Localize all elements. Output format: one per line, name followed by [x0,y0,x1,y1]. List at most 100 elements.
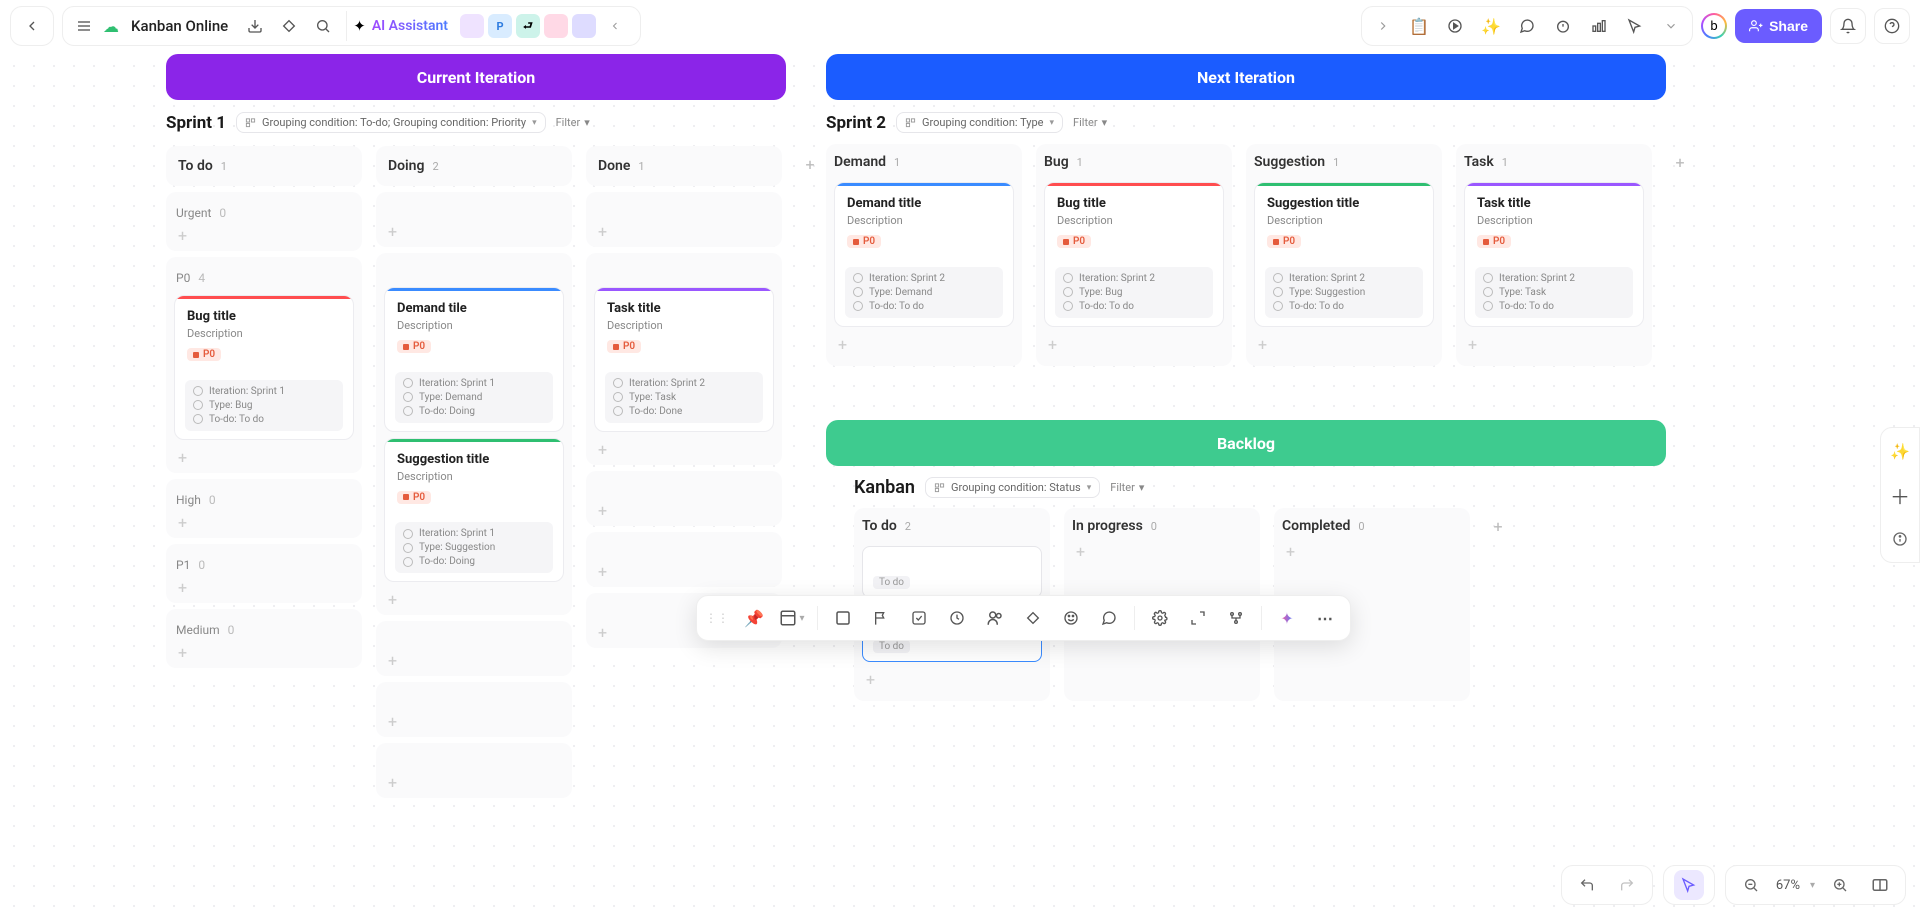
cursor-icon[interactable] [1620,11,1650,41]
sprint2-grouping-pill[interactable]: Grouping condition: Type▾ [896,112,1063,133]
kanban-card[interactable]: Demand title Description P0 Iteration: S… [834,182,1014,327]
comment-icon[interactable] [1512,11,1542,41]
download-icon[interactable] [240,11,270,41]
collab-chip-2[interactable]: P [488,14,512,38]
ai-icon[interactable]: ✦ [1270,601,1304,635]
priority-section[interactable]: High0 [174,487,354,511]
chevron-right-icon[interactable] [1368,11,1398,41]
more-chevron-icon[interactable] [1656,11,1686,41]
sprint2-filter[interactable]: Filter▾ [1073,116,1107,129]
add-card-button[interactable]: + [174,446,354,469]
expand-icon[interactable] [1181,601,1215,635]
help-icon[interactable] [1874,8,1910,44]
kanban-card[interactable]: Bug title Description P0 Iteration: Spri… [1044,182,1224,327]
column-header[interactable]: Suggestion1 [1254,154,1434,176]
add-card-button[interactable]: + [594,438,774,461]
add-card-button[interactable]: + [384,710,564,733]
column-header[interactable]: Bug1 [1044,154,1224,176]
add-card-button[interactable]: + [174,641,354,664]
magic-wand-icon[interactable]: ✨ [1885,436,1915,466]
column-header[interactable]: Done1 [594,154,774,182]
add-card-button[interactable]: + [174,511,354,534]
collab-chip-3[interactable]: ⮐ [516,14,540,38]
column-header[interactable]: To do1 [174,154,354,182]
kanban-card[interactable]: Suggestion title Description P0 Iteratio… [1254,182,1434,327]
add-card-button[interactable]: + [384,771,564,794]
play-icon[interactable] [1440,11,1470,41]
flag-icon[interactable] [864,601,898,635]
tag-icon[interactable] [274,11,304,41]
column-header[interactable]: In progress0 [1072,518,1252,540]
more-icon[interactable]: ⋯ [1308,601,1342,635]
redo-icon[interactable] [1612,870,1642,900]
floating-toolbar[interactable]: ⋮⋮ 📌 ▾ ✦ ⋯ [696,595,1351,641]
sparkle-icon[interactable]: ✨ [1476,11,1506,41]
fit-icon[interactable] [1865,870,1895,900]
add-card-button[interactable]: + [174,224,354,247]
add-column-button[interactable]: + [1484,512,1512,540]
add-card-button[interactable]: + [174,576,354,599]
add-card-button[interactable]: + [594,220,774,243]
column-header[interactable]: Doing2 [384,154,564,182]
sprint1-title[interactable]: Sprint 1 [166,113,226,133]
zoom-in-icon[interactable] [1825,870,1855,900]
collab-chip-1[interactable] [460,14,484,38]
backlog-filter[interactable]: Filter▾ [1110,481,1144,494]
doc-title[interactable]: Kanban Online [123,17,236,35]
priority-section[interactable]: P10 [174,552,354,576]
pin-icon[interactable]: 📌 [737,601,771,635]
add-card-button[interactable]: + [594,499,774,522]
kanban-card[interactable]: Suggestion title Description P0 Iteratio… [384,438,564,583]
plus-icon[interactable]: ＋ [1885,480,1915,510]
add-column-button[interactable]: + [796,150,824,178]
priority-section[interactable]: Medium0 [174,617,354,641]
back-button[interactable] [17,11,47,41]
chart-icon[interactable] [1584,11,1614,41]
square-icon[interactable] [826,601,860,635]
zoom-out-icon[interactable] [1736,870,1766,900]
ai-assistant-button[interactable]: AI Assistant [372,18,448,34]
sprint1-filter[interactable]: Filter▾ [556,116,590,129]
chat-icon[interactable] [1092,601,1126,635]
search-icon[interactable] [308,11,338,41]
collab-more-chevron[interactable] [600,11,630,41]
clock-icon[interactable] [940,601,974,635]
clipboard-icon[interactable]: 📋 [1404,11,1434,41]
priority-section[interactable]: P04 [174,265,354,289]
current-iteration-banner[interactable]: Current Iteration [166,54,786,100]
backlog-card[interactable]: To do [862,546,1042,598]
column-header[interactable]: Demand1 [834,154,1014,176]
add-card-button[interactable]: + [1254,333,1434,356]
emoji-icon[interactable] [1054,601,1088,635]
zoom-level[interactable]: 67% [1776,878,1800,893]
layout-icon[interactable]: ▾ [775,601,809,635]
add-card-button[interactable]: + [1044,333,1224,356]
people-icon[interactable] [978,601,1012,635]
column-header[interactable]: Completed0 [1282,518,1462,540]
info-icon[interactable] [1885,524,1915,554]
sprint1-grouping-pill[interactable]: Grouping condition: To-do; Grouping cond… [236,112,546,133]
backlog-banner[interactable]: Backlog [826,420,1666,466]
branch-icon[interactable] [1219,601,1253,635]
add-card-button[interactable]: + [384,588,564,611]
kanban-card[interactable]: Demand tile Description P0 Iteration: Sp… [384,287,564,432]
add-card-button[interactable]: + [834,333,1014,356]
add-card-button[interactable]: + [1282,540,1462,563]
label-icon[interactable] [1016,601,1050,635]
add-card-button[interactable]: + [1072,540,1252,563]
kanban-card[interactable]: Task title Description P0 Iteration: Spr… [594,287,774,432]
add-card-button[interactable]: + [862,668,1042,691]
priority-section[interactable]: Urgent0 [174,200,354,224]
add-card-button[interactable]: + [594,560,774,583]
add-column-button[interactable]: + [1666,148,1694,176]
add-card-button[interactable]: + [384,649,564,672]
brand-logo[interactable]: b [1701,13,1727,39]
kanban-card[interactable]: Bug title Description P0 Iteration: Spri… [174,295,354,440]
settings-icon[interactable] [1143,601,1177,635]
backlog-title[interactable]: Kanban [854,477,915,498]
checkbox-icon[interactable] [902,601,936,635]
share-button[interactable]: Share [1735,9,1822,43]
column-header[interactable]: To do2 [862,518,1042,540]
pointer-mode-icon[interactable] [1674,870,1704,900]
collab-chip-5[interactable] [572,14,596,38]
